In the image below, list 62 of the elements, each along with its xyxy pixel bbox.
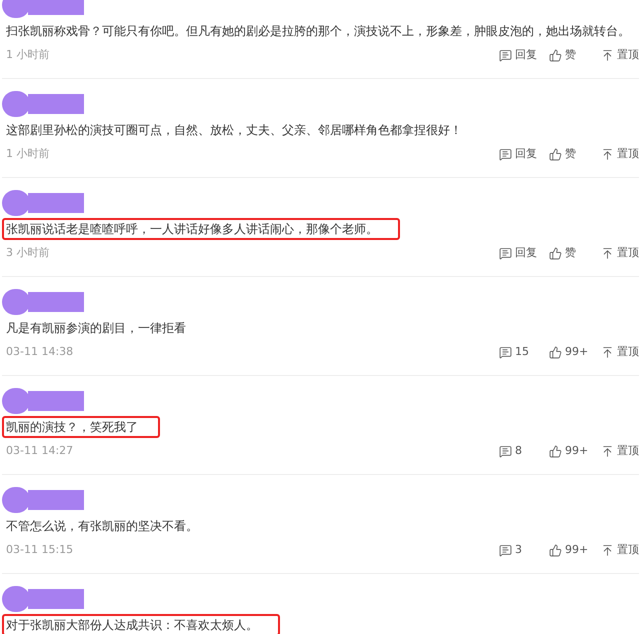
avatar [2, 91, 30, 117]
comment-text: 凡是有凯丽参演的剧目，一律拒看 [5, 320, 187, 337]
pin-top-icon [601, 444, 614, 458]
pin-button[interactable]: 置顶 [601, 344, 639, 360]
comment-text: 张凯丽说话老是喳喳呼呼，一人讲话好像多人讲话闹心，那像个老师。 [2, 218, 400, 240]
name-redaction [28, 193, 84, 213]
name-redaction [28, 0, 84, 15]
like-button[interactable]: 赞 [549, 244, 601, 262]
comment-text: 凯丽的演技？，笑死我了 [2, 416, 160, 438]
like-button[interactable]: 赞 [549, 46, 601, 64]
pin-button[interactable]: 置顶 [601, 146, 639, 162]
timestamp: 03-11 15:15 [5, 542, 74, 558]
pin-button[interactable]: 置顶 [601, 542, 639, 558]
comment-icon [499, 48, 512, 62]
comment-text: 这部剧里孙松的演技可圈可点，自然、放松，丈夫、父亲、邻居哪样角色都拿捏很好！ [5, 122, 463, 139]
pin-top-icon [601, 148, 614, 160]
comment-text: 不管怎么说，有张凯丽的坚决不看。 [5, 518, 199, 535]
reply-button[interactable]: 回复 [499, 146, 549, 162]
thumbs-up-icon [549, 544, 562, 556]
like-button[interactable]: 赞 [549, 146, 601, 162]
pin-button[interactable]: 置顶 [601, 46, 639, 64]
pin-top-icon [601, 246, 614, 260]
thumbs-up-icon [549, 148, 562, 160]
name-redaction [28, 589, 84, 609]
name-redaction [28, 391, 84, 411]
name-redaction [28, 94, 84, 114]
like-button[interactable]: 99+ [549, 542, 601, 558]
like-button[interactable]: 99+ [549, 344, 601, 360]
comment-icon [499, 246, 512, 260]
reply-button[interactable]: 8 [499, 442, 549, 460]
reply-button[interactable]: 3 [499, 542, 549, 558]
pin-button[interactable]: 置顶 [601, 442, 639, 460]
reply-button[interactable]: 回复 [499, 244, 549, 262]
thumbs-up-icon [549, 346, 562, 358]
comment-icon [499, 148, 512, 160]
timestamp: 1 小时前 [5, 46, 50, 63]
like-button[interactable]: 99+ [549, 442, 601, 460]
comment-text: 对于张凯丽大部份人达成共识：不喜欢太烦人。 [2, 614, 280, 634]
timestamp: 3 小时前 [5, 244, 50, 261]
avatar [2, 388, 30, 414]
timestamp: 03-11 14:38 [5, 344, 74, 360]
avatar [2, 487, 30, 513]
avatar [2, 289, 30, 315]
reply-button[interactable]: 15 [499, 344, 549, 360]
name-redaction [28, 490, 84, 510]
reply-button[interactable]: 回复 [499, 46, 549, 64]
avatar [2, 190, 30, 216]
pin-button[interactable]: 置顶 [601, 244, 639, 262]
timestamp: 1 小时前 [5, 146, 50, 162]
pin-top-icon [601, 48, 614, 62]
comment-text: 扫张凯丽称戏骨？可能只有你吧。但凡有她的剧必是拉胯的那个，演技说不上，形象差，肿眼皮泡的，她出场就转台。 [5, 23, 631, 40]
comment-icon [499, 544, 512, 556]
thumbs-up-icon [549, 48, 562, 62]
timestamp: 03-11 14:27 [5, 442, 74, 459]
comment-icon [499, 444, 512, 458]
comment-icon [499, 346, 512, 358]
thumbs-up-icon [549, 246, 562, 260]
pin-top-icon [601, 544, 614, 556]
pin-top-icon [601, 346, 614, 358]
name-redaction [28, 292, 84, 312]
avatar [2, 586, 30, 612]
thumbs-up-icon [549, 444, 562, 458]
